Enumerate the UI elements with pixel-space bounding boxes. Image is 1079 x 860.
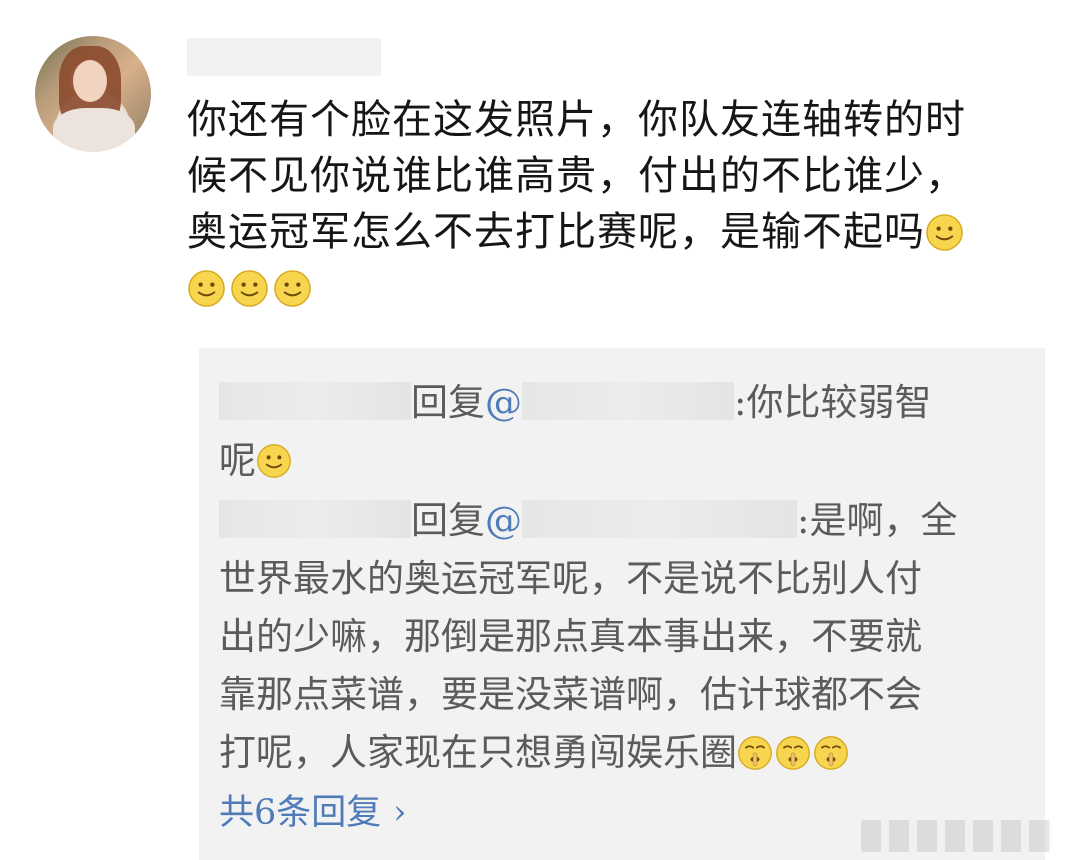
reply-text: :你比较弱智 xyxy=(734,381,932,424)
reply-line-4: 靠那点菜谱，要是没菜谱啊，估计球都不会 xyxy=(219,673,922,716)
masked-reply-author[interactable] xyxy=(219,382,411,420)
comment-line-1: 你还有个脸在这发照片，你队友连轴转的时 xyxy=(187,97,966,143)
avatar-sweater xyxy=(53,108,135,152)
reply-item-2[interactable]: 回复@ :是啊，全 世界最水的奥运冠军呢，不是说不比别人付 出的少嘛，那倒是那点真… xyxy=(219,492,979,782)
masked-mention xyxy=(522,500,797,538)
comment-line-3: 奥运冠军怎么不去打比赛呢，是输不起吗 xyxy=(187,209,925,255)
shush-emoji-icon xyxy=(814,736,848,770)
mention-link[interactable]: @ xyxy=(485,499,797,542)
smile-emoji-icon xyxy=(231,270,268,307)
user-avatar[interactable] xyxy=(35,36,151,152)
platform-watermark xyxy=(861,820,1051,852)
masked-reply-author[interactable] xyxy=(219,500,411,538)
masked-username[interactable] xyxy=(187,38,381,76)
smile-emoji-icon xyxy=(926,214,963,251)
comment-line-2: 候不见你说谁比谁高贵，付出的不比谁少， xyxy=(187,153,966,199)
reply-word: 回复 xyxy=(411,381,485,424)
smile-emoji-icon xyxy=(188,270,225,307)
reply-text: :是啊，全 xyxy=(797,499,958,542)
comment-content: 你还有个脸在这发照片，你队友连轴转的时 候不见你说谁比谁高贵，付出的不比谁少， … xyxy=(187,92,1045,316)
reply-item-1[interactable]: 回复@ :你比较弱智 呢 xyxy=(219,374,979,490)
reply-line-3: 出的少嘛，那倒是那点真本事出来，不要就 xyxy=(219,615,922,658)
mention-prefix: @ xyxy=(485,381,522,424)
reply-text-cont: 呢 xyxy=(219,439,256,482)
shush-emoji-icon xyxy=(776,736,810,770)
avatar-face xyxy=(73,60,107,102)
view-replies-label: 共6条回复 xyxy=(219,793,382,833)
shush-emoji-icon xyxy=(738,736,772,770)
reply-thread: 回复@:你比较弱智 呢 回复@:是啊，全 世界最水的奥运冠军呢，不是说不比别人付… xyxy=(199,348,1045,860)
reply-line-5: 打呢，人家现在只想勇闯娱乐圈 xyxy=(219,731,737,774)
smile-emoji-icon xyxy=(274,270,311,307)
masked-mention xyxy=(522,382,734,420)
mention-link[interactable]: @ xyxy=(485,381,734,424)
chevron-right-icon: › xyxy=(393,792,407,831)
mention-prefix: @ xyxy=(485,499,522,542)
smile-emoji-icon xyxy=(257,444,291,478)
reply-line-2: 世界最水的奥运冠军呢，不是说不比别人付 xyxy=(219,557,922,600)
view-replies-link[interactable]: 共6条回复 › xyxy=(219,790,406,835)
reply-word: 回复 xyxy=(411,499,485,542)
